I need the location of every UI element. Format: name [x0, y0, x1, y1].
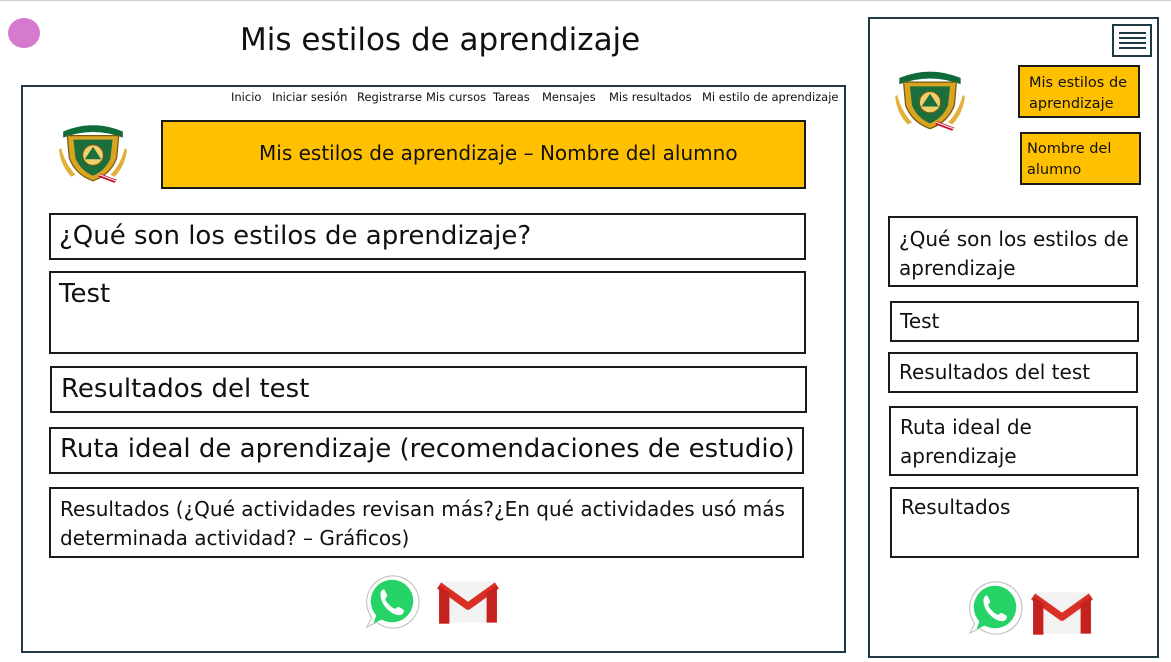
nav-registrarse[interactable]: Registrarse [357, 90, 422, 104]
mobile-section-que-son[interactable]: ¿Qué son los estilos de aprendizaje [888, 216, 1138, 287]
section-que-son-label: ¿Qué son los estilos de aprendizaje? [59, 221, 532, 251]
nav-mi-estilo[interactable]: Mi estilo de aprendizaje [702, 90, 839, 104]
marker-dot [8, 18, 40, 48]
mobile-section-ruta-ideal-label: Ruta ideal de aprendizaje [900, 415, 1032, 468]
section-que-son[interactable]: ¿Qué son los estilos de aprendizaje? [49, 213, 806, 260]
section-ruta-ideal[interactable]: Ruta ideal de aprendizaje (recomendacion… [49, 427, 804, 474]
gmail-icon[interactable] [437, 579, 499, 625]
nav-mis-cursos[interactable]: Mis cursos [426, 90, 486, 104]
mobile-section-que-son-label: ¿Qué son los estilos de aprendizaje [899, 227, 1129, 280]
section-resultados-graficos[interactable]: Resultados (¿Qué actividades revisan más… [49, 487, 804, 558]
mobile-section-resultados[interactable]: Resultados [890, 487, 1139, 558]
whatsapp-icon[interactable] [966, 579, 1024, 637]
university-logo-icon [57, 117, 129, 185]
whatsapp-icon[interactable] [363, 573, 421, 631]
nav-inicio[interactable]: Inicio [231, 90, 261, 104]
mobile-banner-student-text: Nombre del alumno [1027, 141, 1112, 178]
mobile-section-resultados-test-label: Resultados del test [899, 360, 1091, 384]
mobile-section-test-label: Test [900, 309, 940, 333]
mobile-banner-title-text: Mis estilos de aprendizaje [1029, 75, 1128, 112]
nav-iniciar-sesion[interactable]: Iniciar sesión [272, 90, 347, 104]
top-divider [0, 0, 1171, 1]
mobile-banner-student: Nombre del alumno [1020, 132, 1141, 185]
mobile-section-test[interactable]: Test [890, 301, 1139, 342]
nav-mensajes[interactable]: Mensajes [542, 90, 596, 104]
gmail-icon[interactable] [1031, 590, 1093, 636]
nav-mis-resultados[interactable]: Mis resultados [609, 90, 692, 104]
hamburger-menu-icon[interactable] [1112, 24, 1152, 57]
mobile-section-resultados-test[interactable]: Resultados del test [888, 352, 1138, 393]
section-ruta-ideal-label: Ruta ideal de aprendizaje (recomendacion… [60, 434, 795, 464]
mobile-banner-title: Mis estilos de aprendizaje [1018, 65, 1140, 118]
header-banner: Mis estilos de aprendizaje – Nombre del … [161, 120, 806, 189]
header-banner-text: Mis estilos de aprendizaje – Nombre del … [259, 141, 738, 165]
mobile-section-resultados-label: Resultados [901, 495, 1011, 519]
nav-tareas[interactable]: Tareas [493, 90, 530, 104]
mobile-section-ruta-ideal[interactable]: Ruta ideal de aprendizaje [889, 406, 1138, 476]
section-resultados-graficos-label: Resultados (¿Qué actividades revisan más… [60, 497, 785, 550]
section-resultados-test-label: Resultados del test [61, 374, 310, 404]
page-title: Mis estilos de aprendizaje [240, 22, 641, 58]
section-test-label: Test [59, 279, 111, 309]
section-resultados-test[interactable]: Resultados del test [50, 366, 807, 413]
section-test[interactable]: Test [49, 271, 806, 354]
university-logo-icon [893, 63, 967, 133]
